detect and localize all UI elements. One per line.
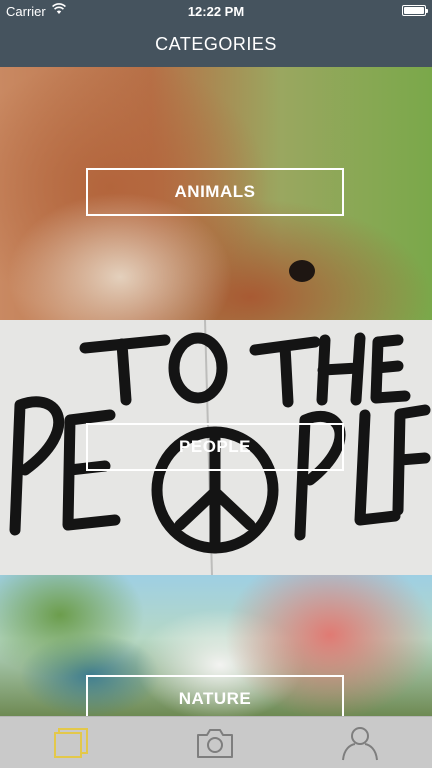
fox-photo [289, 260, 315, 282]
battery-icon [402, 5, 428, 16]
profile-icon[interactable] [340, 725, 380, 761]
camera-icon[interactable] [195, 725, 235, 761]
navigation-bar: Carrier 12:22 PM CATEGORIES [0, 0, 432, 67]
page-title: CATEGORIES [155, 34, 277, 54]
status-time: 12:22 PM [187, 4, 245, 19]
category-label-animals[interactable]: ANIMALS [86, 168, 344, 216]
status-bar: Carrier 12:22 PM [0, 0, 432, 22]
category-tile-animals[interactable]: ANIMALS [0, 67, 432, 320]
tab-bar [0, 716, 432, 768]
category-label-people[interactable]: PEOPLE [86, 423, 344, 471]
category-tile-nature[interactable]: NATURE [0, 575, 432, 716]
gallery-icon[interactable] [52, 725, 92, 761]
category-label-nature[interactable]: NATURE [86, 675, 344, 716]
category-tile-people[interactable]: PEOPLE [0, 320, 432, 575]
